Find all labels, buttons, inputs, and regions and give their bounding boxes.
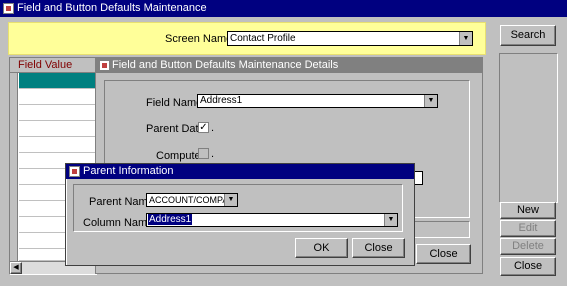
delete-label: Delete	[512, 240, 544, 252]
screen-name-value: Contact Profile	[230, 33, 296, 44]
main-titlebar: Field and Button Defaults Maintenance	[0, 0, 567, 17]
grid-header-label: Field Value	[18, 59, 73, 71]
check-icon: ✓	[199, 122, 208, 133]
chevron-down-icon[interactable]: ▼	[224, 194, 237, 206]
field-name-input[interactable]: Address1 ▼	[197, 94, 438, 108]
search-button[interactable]: Search	[500, 25, 556, 46]
column-name-label: Column Name	[83, 217, 154, 229]
table-row[interactable]	[19, 137, 97, 153]
parent-dialog-titlebar: Parent Information	[66, 164, 414, 179]
compute-label: Compute	[156, 150, 201, 162]
parent-name-value: ACCOUNT/COMPA...	[149, 195, 236, 205]
parent-ok-label: OK	[313, 242, 330, 254]
new-label: New	[516, 204, 539, 216]
parent-name-select[interactable]: ACCOUNT/COMPA... ▼	[146, 193, 238, 207]
parent-ok-button[interactable]: OK	[295, 238, 348, 258]
search-label: Search	[510, 29, 546, 41]
compute-checkbox[interactable]	[198, 148, 209, 159]
parent-close-label: Close	[364, 242, 393, 254]
lookup-icon[interactable]: ▼	[424, 95, 437, 107]
screen-name-label: Screen Name	[165, 33, 233, 45]
app-icon	[3, 3, 14, 14]
table-row[interactable]	[19, 105, 97, 121]
grid-header: Field Value	[10, 58, 96, 73]
details-close-button[interactable]: Close	[416, 244, 471, 264]
parent-name-label: Parent Name	[89, 196, 154, 208]
delete-button[interactable]: Delete	[500, 238, 556, 255]
field-name-label: Field Name	[146, 97, 203, 109]
new-button[interactable]: New	[500, 202, 556, 219]
details-close-label: Close	[429, 248, 458, 260]
table-row-selected[interactable]	[19, 73, 97, 89]
field-name-value: Address1	[200, 95, 243, 106]
edit-label: Edit	[518, 222, 538, 234]
chevron-down-icon[interactable]: ▼	[459, 32, 472, 45]
close-label: Close	[513, 260, 543, 272]
table-row[interactable]	[19, 121, 97, 137]
column-name-input[interactable]: Address1 ▼	[146, 213, 398, 227]
screen-name-select[interactable]: Contact Profile ▼	[227, 31, 473, 46]
details-titlebar: Field and Button Defaults Maintenance De…	[96, 58, 482, 73]
scroll-left-icon[interactable]: ◀	[10, 262, 22, 274]
parent-dialog-app-icon	[69, 166, 80, 177]
parent-close-button[interactable]: Close	[352, 238, 405, 258]
button-column-area	[499, 53, 558, 203]
grid-row-indicator-column	[10, 73, 18, 261]
details-title: Field and Button Defaults Maintenance De…	[112, 59, 339, 71]
compute-dot: .	[211, 148, 215, 160]
parent-data-checkbox[interactable]: ✓	[198, 122, 209, 133]
parent-data-label: Parent Data	[146, 123, 205, 135]
window-title: Field and Button Defaults Maintenance	[17, 2, 207, 14]
column-name-value: Address1	[148, 214, 193, 225]
edit-button[interactable]: Edit	[500, 220, 556, 237]
details-app-icon	[99, 60, 110, 71]
table-row[interactable]	[19, 89, 97, 105]
parent-data-dot: .	[211, 122, 215, 134]
close-button[interactable]: Close	[500, 257, 556, 276]
lookup-icon[interactable]: ▼	[384, 214, 397, 226]
parent-dialog-title: Parent Information	[83, 165, 174, 177]
